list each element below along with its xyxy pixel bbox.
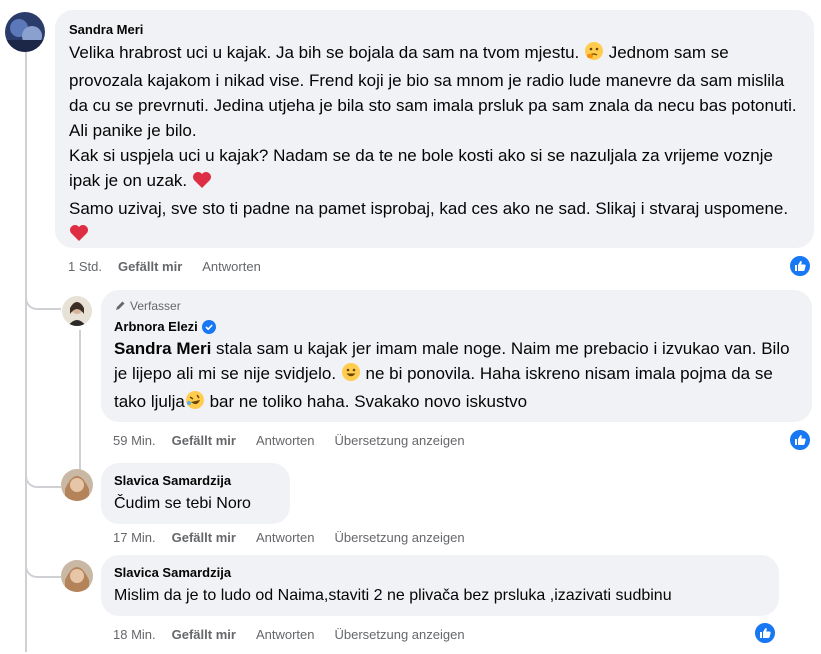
translate-button[interactable]: Übersetzung anzeigen xyxy=(334,627,464,642)
mention-link[interactable]: Sandra Meri xyxy=(114,339,211,358)
heart-emoji-icon xyxy=(69,224,89,249)
avatar[interactable] xyxy=(5,12,45,52)
thread-branch-2 xyxy=(25,460,61,488)
reply-button[interactable]: Antworten xyxy=(202,259,261,274)
comment-text: Mislim da je to ludo od Naima,staviti 2 … xyxy=(114,587,672,604)
like-reaction-badge[interactable] xyxy=(788,254,812,278)
like-thumb-icon xyxy=(795,435,806,445)
timestamp[interactable]: 59 Min. xyxy=(113,433,156,448)
like-thumb-icon xyxy=(760,628,771,638)
like-button[interactable]: Gefällt mir xyxy=(172,530,236,545)
comment-actions: 1 Std. Gefällt mir Antworten xyxy=(68,259,281,274)
thread-branch-1 xyxy=(25,280,61,310)
rofl-emoji-icon xyxy=(185,390,205,417)
timestamp[interactable]: 18 Min. xyxy=(113,627,156,642)
comment-author[interactable]: Arbnora Elezi xyxy=(114,318,799,335)
pen-icon xyxy=(114,300,126,312)
thinking-emoji-icon xyxy=(584,41,604,68)
comment-bubble: Slavica Samardzija Čudim se tebi Noro xyxy=(101,463,290,524)
heart-emoji-icon xyxy=(192,171,212,196)
reply-button[interactable]: Antworten xyxy=(256,433,315,448)
reply-button[interactable]: Antworten xyxy=(256,627,315,642)
avatar[interactable] xyxy=(62,296,92,326)
avatar[interactable] xyxy=(61,560,93,592)
thread-branch-3 xyxy=(25,550,61,578)
comment-actions: 17 Min. Gefällt mir Antworten Übersetzun… xyxy=(113,530,485,545)
comment-bubble: Sandra Meri Velika hrabrost uci u kajak.… xyxy=(55,10,814,248)
like-button[interactable]: Gefällt mir xyxy=(118,259,182,274)
thread-line-author xyxy=(79,330,81,470)
like-thumb-icon xyxy=(795,261,806,271)
like-reaction-badge[interactable] xyxy=(788,428,812,452)
like-reaction-badge[interactable] xyxy=(753,621,777,645)
translate-button[interactable]: Übersetzung anzeigen xyxy=(334,530,464,545)
verified-badge-icon xyxy=(201,319,216,334)
comment-text: Čudim se tebi Noro xyxy=(114,495,251,512)
timestamp[interactable]: 17 Min. xyxy=(113,530,156,545)
comment-author[interactable]: Sandra Meri xyxy=(69,21,800,38)
comment-author[interactable]: Slavica Samardzija xyxy=(114,564,766,581)
comment-actions: 59 Min. Gefällt mir Antworten Übersetzun… xyxy=(113,433,485,448)
comment-author[interactable]: Slavica Samardzija xyxy=(114,472,277,489)
reply-button[interactable]: Antworten xyxy=(256,530,315,545)
grinning-emoji-icon xyxy=(341,362,361,389)
comment-text: Sandra Meri stala sam u kajak jer imam m… xyxy=(114,336,799,417)
comment-bubble: Slavica Samardzija Mislim da je to ludo … xyxy=(101,555,779,616)
avatar[interactable] xyxy=(61,469,93,501)
translate-button[interactable]: Übersetzung anzeigen xyxy=(334,433,464,448)
comment-bubble: Verfasser Arbnora Elezi Sandra Meri stal… xyxy=(101,290,812,422)
like-button[interactable]: Gefällt mir xyxy=(172,627,236,642)
comment-actions: 18 Min. Gefällt mir Antworten Übersetzun… xyxy=(113,627,485,642)
timestamp[interactable]: 1 Std. xyxy=(68,259,102,274)
like-button[interactable]: Gefällt mir xyxy=(172,433,236,448)
author-badge: Verfasser xyxy=(114,298,799,314)
comment-text: Velika hrabrost uci u kajak. Ja bih se b… xyxy=(69,40,800,249)
